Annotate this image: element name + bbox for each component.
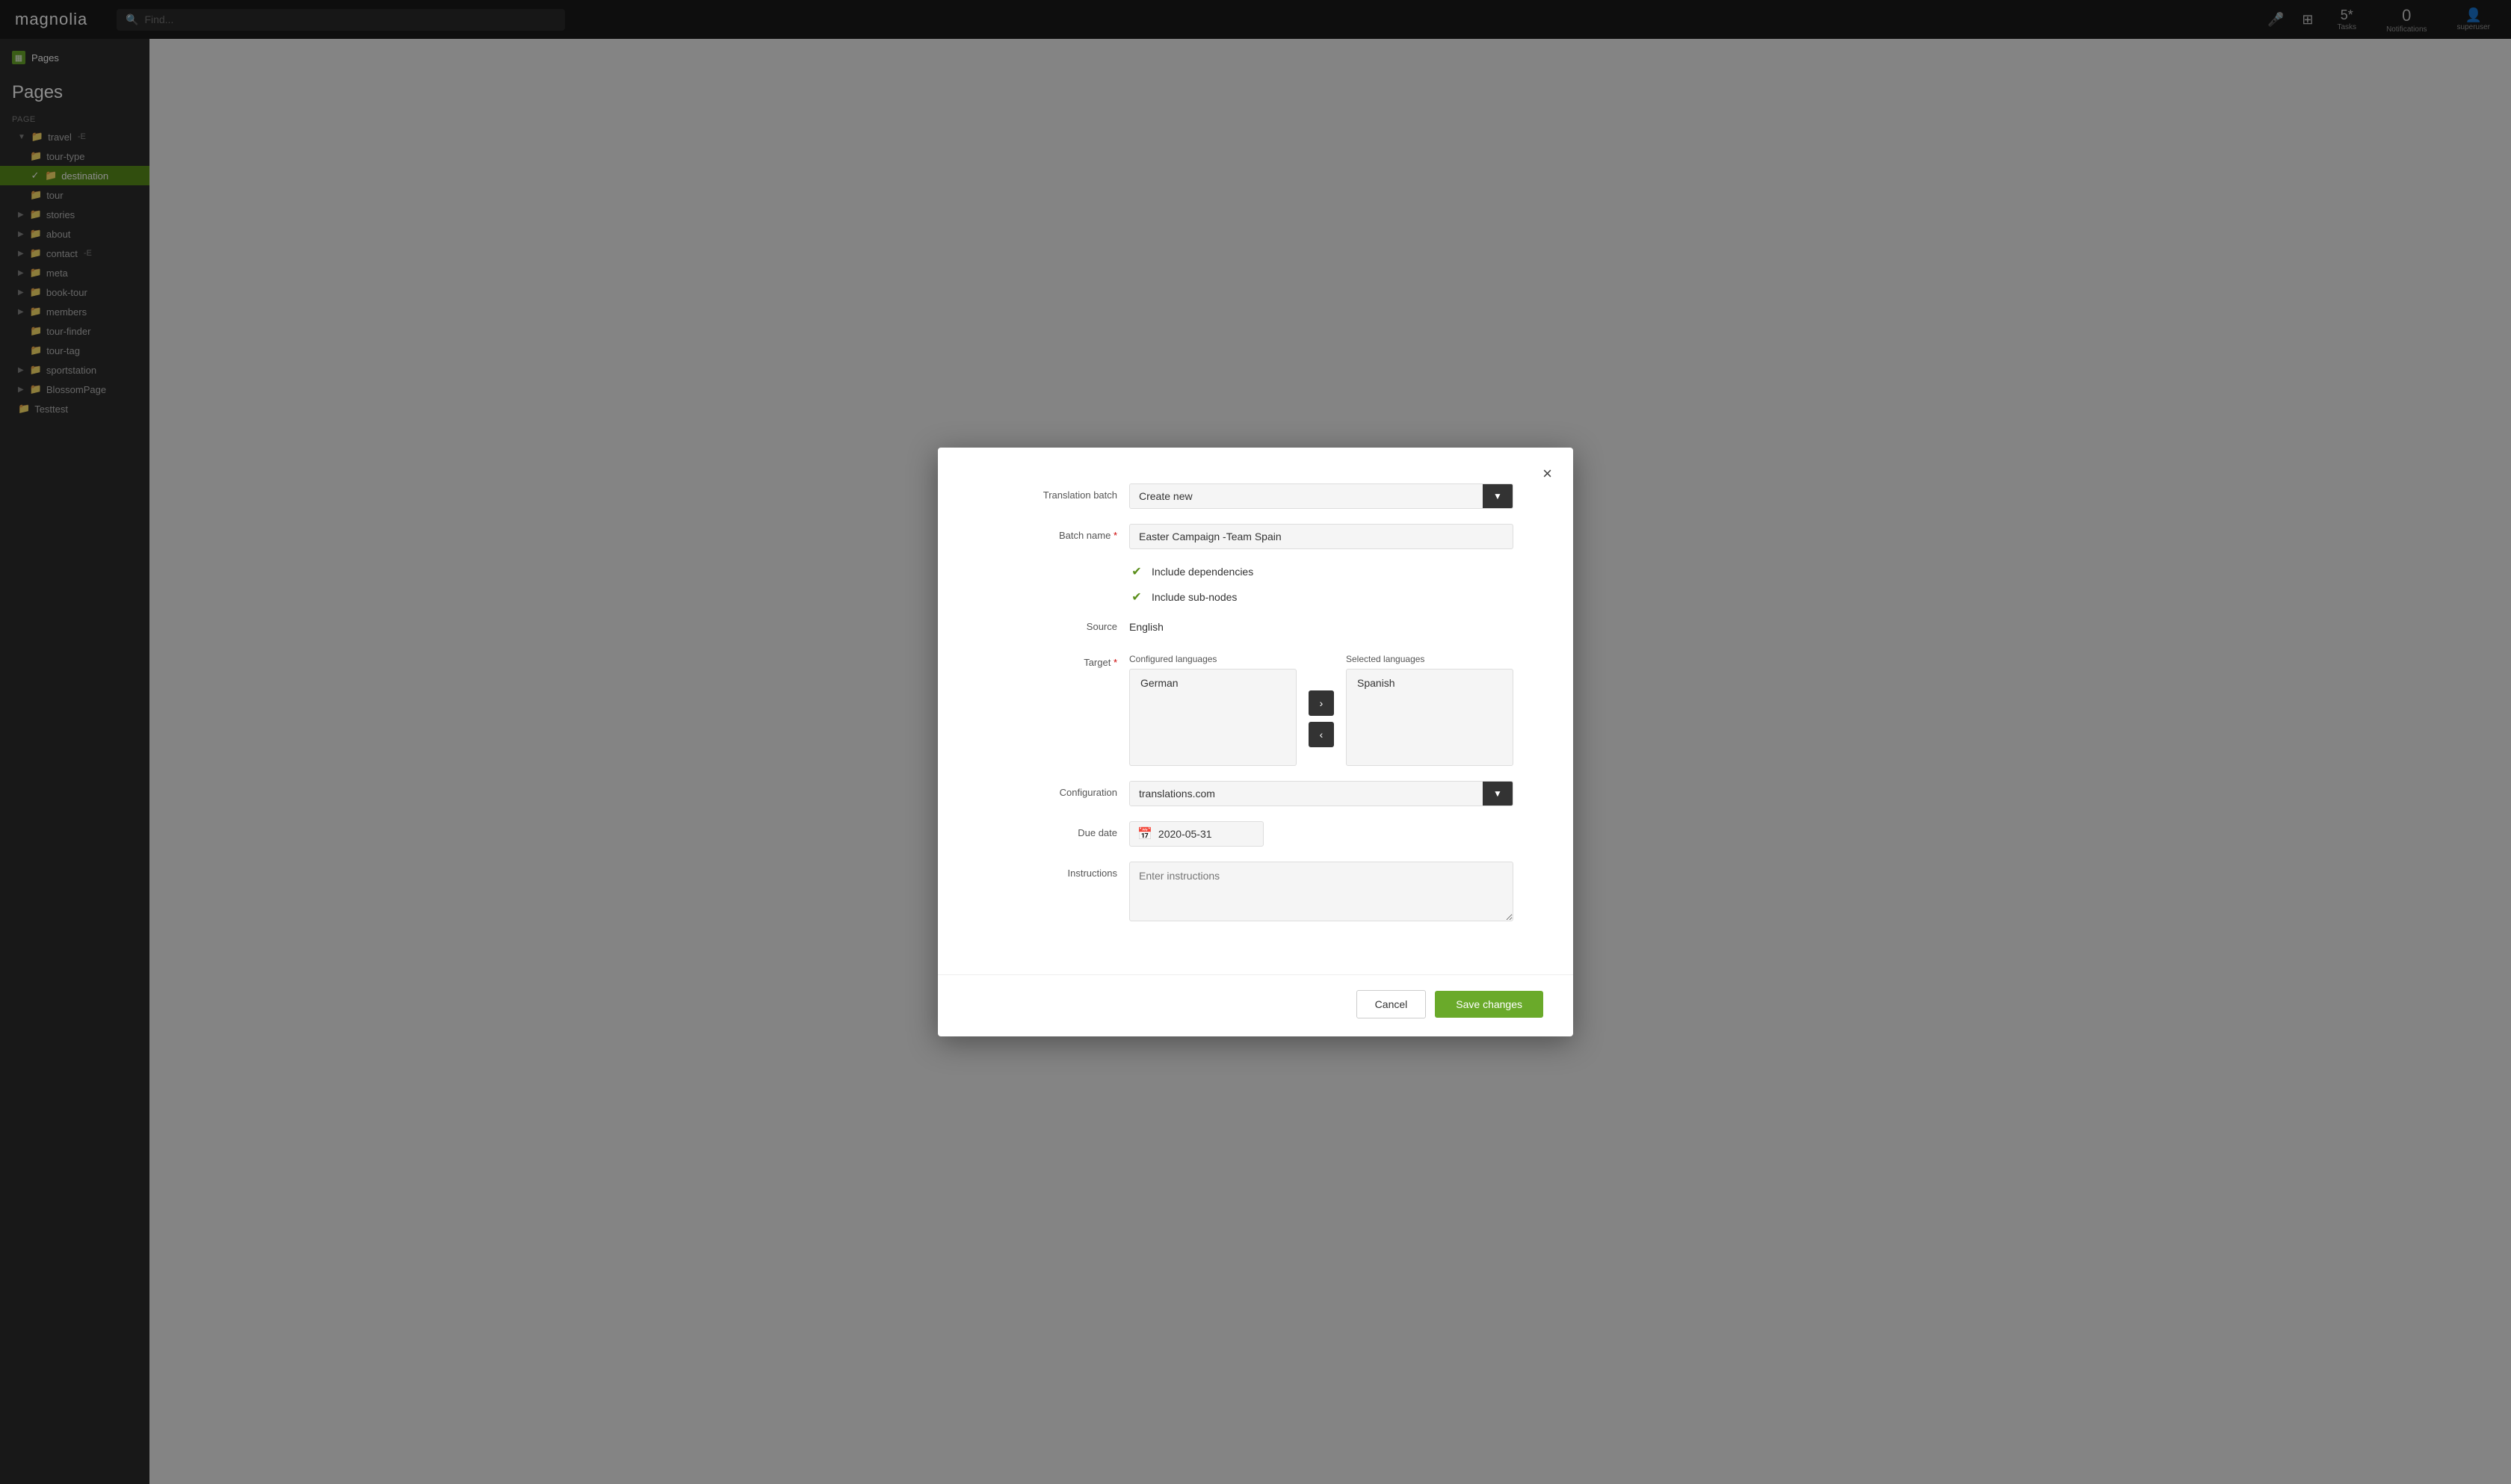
source-label: Source (998, 615, 1117, 632)
include-dependencies-row: ✔ Include dependencies (998, 564, 1513, 579)
translation-batch-select-wrapper[interactable]: Create new ▼ (1129, 483, 1513, 509)
close-button[interactable]: × (1539, 463, 1555, 485)
check-icon-2: ✔ (1129, 590, 1144, 605)
include-dependencies-label: Include dependencies (1152, 566, 1253, 578)
batch-name-row: Batch name (998, 524, 1513, 549)
move-right-button[interactable]: › (1309, 690, 1334, 716)
lang-item-german[interactable]: German (1133, 673, 1293, 693)
configuration-dropdown-btn[interactable]: ▼ (1483, 782, 1513, 806)
due-date-input[interactable] (1158, 828, 1233, 840)
due-date-label: Due date (998, 821, 1117, 838)
configuration-value: translations.com (1130, 782, 1483, 806)
target-row: Target Configured languages German › ‹ (998, 654, 1513, 766)
instructions-label: Instructions (998, 862, 1117, 879)
date-input-wrapper[interactable]: 📅 (1129, 821, 1264, 847)
batch-name-control (1129, 524, 1513, 549)
instructions-control (1129, 862, 1513, 924)
configured-languages-panel: Configured languages German (1129, 654, 1297, 766)
translation-batch-control: Create new ▼ (1129, 483, 1513, 509)
target-section: Configured languages German › ‹ Selected… (1129, 654, 1513, 766)
configuration-label: Configuration (998, 781, 1117, 798)
include-sub-nodes-row: ✔ Include sub-nodes (998, 590, 1513, 605)
cancel-button[interactable]: Cancel (1356, 990, 1427, 1018)
configured-languages-header: Configured languages (1129, 654, 1297, 664)
configuration-select-wrapper[interactable]: translations.com ▼ (1129, 781, 1513, 806)
selected-languages-panel: Selected languages Spanish (1346, 654, 1513, 766)
target-label: Target (998, 654, 1117, 668)
translation-batch-label: Translation batch (998, 483, 1117, 501)
calendar-icon: 📅 (1137, 826, 1152, 841)
source-value: English (1129, 615, 1513, 639)
selected-languages-header: Selected languages (1346, 654, 1513, 664)
configuration-row: Configuration translations.com ▼ (998, 781, 1513, 806)
configured-languages-list[interactable]: German (1129, 669, 1297, 766)
save-button[interactable]: Save changes (1435, 991, 1543, 1018)
instructions-row: Instructions (998, 862, 1513, 924)
translation-batch-row: Translation batch Create new ▼ (998, 483, 1513, 509)
move-left-button[interactable]: ‹ (1309, 722, 1334, 747)
batch-name-input[interactable] (1129, 524, 1513, 549)
translation-batch-dropdown-btn[interactable]: ▼ (1483, 484, 1513, 508)
batch-name-label: Batch name (998, 524, 1117, 541)
include-sub-nodes-label: Include sub-nodes (1152, 591, 1237, 603)
modal-body: Translation batch Create new ▼ Batch nam… (938, 448, 1573, 974)
lang-item-spanish[interactable]: Spanish (1350, 673, 1510, 693)
translation-batch-value: Create new (1130, 484, 1483, 508)
source-control: English (1129, 615, 1513, 639)
instructions-input[interactable] (1129, 862, 1513, 921)
arrow-buttons: › ‹ (1309, 654, 1334, 766)
source-row: Source English (998, 615, 1513, 639)
target-control: Configured languages German › ‹ Selected… (1129, 654, 1513, 766)
due-date-row: Due date 📅 (998, 821, 1513, 847)
modal-footer: Cancel Save changes (938, 974, 1573, 1036)
translation-modal: × Translation batch Create new ▼ Batch n… (938, 448, 1573, 1036)
check-icon: ✔ (1129, 564, 1144, 579)
selected-languages-list[interactable]: Spanish (1346, 669, 1513, 766)
due-date-control: 📅 (1129, 821, 1513, 847)
configuration-control: translations.com ▼ (1129, 781, 1513, 806)
